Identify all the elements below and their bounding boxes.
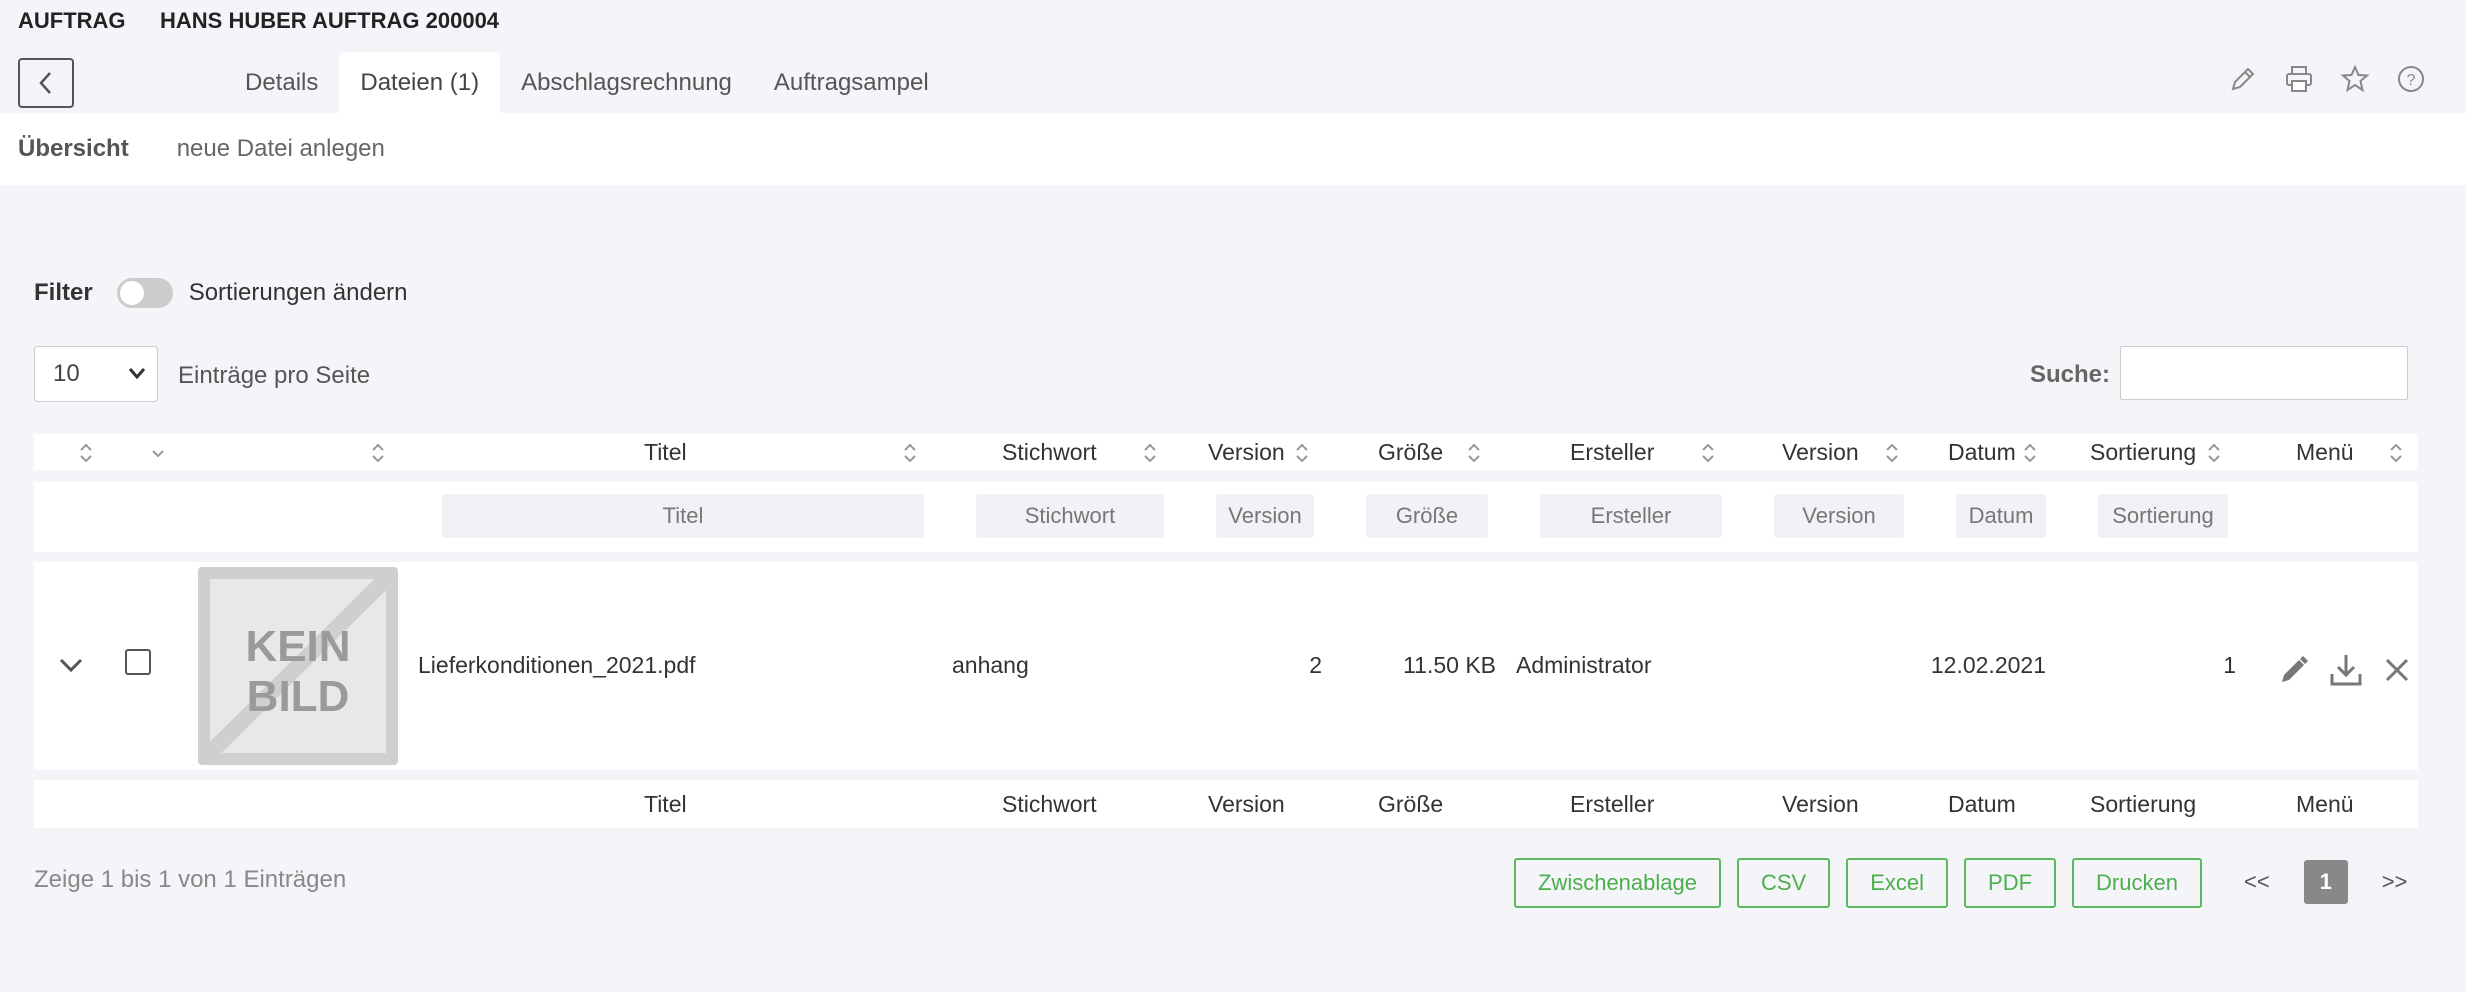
tab-dateien[interactable]: Dateien (1): [339, 52, 501, 113]
cell-ersteller: Administrator: [1516, 652, 1652, 678]
clipboard-button[interactable]: Zwischenablage: [1514, 858, 1721, 908]
filter-titel-input[interactable]: [442, 494, 924, 538]
filter-version-input[interactable]: [1216, 494, 1314, 538]
filter-sortierung-input[interactable]: [2098, 494, 2228, 538]
footer-sortierung: Sortierung: [2090, 790, 2197, 817]
table-footer: Titel Stichwort Version Größe Ersteller …: [34, 780, 2418, 828]
column-header-titel[interactable]: Titel: [644, 434, 687, 470]
filter-version-2-input[interactable]: [1774, 494, 1904, 538]
excel-button[interactable]: Excel: [1846, 858, 1949, 908]
cell-titel: Lieferkonditionen_2021.pdf: [418, 652, 696, 678]
table-row[interactable]: KEIN BILD Lieferkonditionen_2021.pdf anh…: [34, 562, 2418, 770]
cell-groesse: 11.50 KB: [1403, 652, 1496, 678]
column-header-version[interactable]: Version: [1208, 434, 1285, 470]
thumbnail-text-line2: BILD: [246, 672, 350, 721]
top-bar: AUFTRAG HANS HUBER AUFTRAG 200004 Detail…: [0, 0, 2466, 113]
column-header-stichwort[interactable]: Stichwort: [1002, 434, 1097, 470]
sort-icon[interactable]: [1884, 441, 1900, 465]
thumbnail-placeholder: KEIN BILD: [198, 567, 398, 765]
print-button[interactable]: Drucken: [2072, 858, 2202, 908]
cell-sortierung: 1: [2223, 652, 2236, 678]
star-icon[interactable]: [2340, 64, 2370, 94]
chevron-down-icon[interactable]: [150, 444, 166, 464]
subnav-neue-datei[interactable]: neue Datei anlegen: [177, 135, 385, 163]
filter-stichwort-input[interactable]: [976, 494, 1164, 538]
filter-row: Filter Sortierungen ändern: [34, 278, 408, 308]
footer-menue: Menü: [2296, 790, 2354, 817]
footer-titel: Titel: [644, 790, 687, 817]
column-header-datum[interactable]: Datum: [1948, 434, 2016, 470]
chevron-down-icon[interactable]: [56, 650, 86, 685]
back-button[interactable]: [18, 58, 74, 108]
chevron-left-icon: [39, 72, 51, 94]
sub-navigation: Übersicht neue Datei anlegen: [0, 113, 2466, 185]
sort-icon[interactable]: [2388, 441, 2404, 465]
sort-icon[interactable]: [370, 441, 386, 465]
filter-label: Filter: [34, 279, 93, 306]
cell-stichwort: anhang: [952, 652, 1029, 678]
subnav-uebersicht[interactable]: Übersicht: [18, 135, 129, 163]
column-header-menue[interactable]: Menü: [2296, 434, 2354, 470]
footer-groesse: Größe: [1378, 790, 1444, 817]
table-filter-row: [34, 482, 2418, 552]
chevron-down-icon: [128, 368, 146, 380]
row-checkbox[interactable]: [125, 649, 151, 675]
filter-ersteller-input[interactable]: [1540, 494, 1722, 538]
sort-icon[interactable]: [1142, 441, 1158, 465]
export-buttons: Zwischenablage CSV Excel PDF Drucken: [1514, 858, 2202, 908]
cell-datum: 12.02.2021: [1930, 652, 2046, 678]
edit-icon[interactable]: [2278, 654, 2310, 686]
filter-datum-input[interactable]: [1956, 494, 2046, 538]
pagination: << 1 >>: [2234, 860, 2417, 904]
footer-stichwort: Stichwort: [1002, 790, 1097, 817]
pdf-button[interactable]: PDF: [1964, 858, 2057, 908]
csv-button[interactable]: CSV: [1736, 858, 1831, 908]
sort-icon[interactable]: [2022, 441, 2038, 465]
footer-version-2: Version: [1782, 790, 1859, 817]
column-header-version-2[interactable]: Version: [1782, 434, 1859, 470]
column-header-groesse[interactable]: Größe: [1378, 434, 1443, 470]
entries-per-page-value: 10: [53, 360, 80, 387]
pager-prev[interactable]: <<: [2234, 869, 2280, 895]
footer-datum: Datum: [1948, 790, 2016, 817]
table-header: Titel Stichwort Version Größe Ersteller …: [34, 434, 2418, 470]
tab-bar: Details Dateien (1) Abschlagsrechnung Au…: [224, 52, 950, 113]
sort-icon[interactable]: [1294, 441, 1310, 465]
column-header-sortierung[interactable]: Sortierung: [2090, 434, 2196, 470]
table-info: Zeige 1 bis 1 von 1 Einträgen: [34, 866, 347, 893]
tab-auftragsampel[interactable]: Auftragsampel: [753, 52, 950, 113]
tab-details[interactable]: Details: [224, 52, 339, 113]
download-icon[interactable]: [2328, 652, 2364, 688]
help-icon[interactable]: ?: [2396, 64, 2426, 94]
entries-per-page-select[interactable]: 10: [34, 346, 158, 402]
pencil-icon[interactable]: [2228, 64, 2258, 94]
footer-version: Version: [1208, 790, 1285, 817]
search-label: Suche:: [2029, 361, 2110, 388]
print-icon[interactable]: [2284, 64, 2314, 94]
sort-icon[interactable]: [2206, 441, 2222, 465]
search-input[interactable]: [2120, 346, 2408, 400]
sort-icon[interactable]: [1466, 441, 1482, 465]
page-title: HANS HUBER AUFTRAG 200004: [160, 8, 500, 33]
sort-icon[interactable]: [902, 441, 918, 465]
sort-toggle-label: Sortierungen ändern: [188, 279, 408, 306]
cell-version: 2: [1309, 652, 1322, 678]
sort-icon[interactable]: [78, 441, 94, 465]
pager-current-page[interactable]: 1: [2303, 860, 2348, 904]
delete-icon[interactable]: [2382, 655, 2412, 685]
toolbar: ?: [2228, 64, 2426, 94]
pager-next[interactable]: >>: [2372, 869, 2418, 895]
entries-per-page-label: Einträge pro Seite: [178, 362, 371, 389]
filter-groesse-input[interactable]: [1366, 494, 1488, 538]
row-actions: [2278, 652, 2412, 688]
footer-ersteller: Ersteller: [1570, 790, 1655, 817]
svg-text:?: ?: [2407, 72, 2416, 89]
column-header-ersteller[interactable]: Ersteller: [1570, 434, 1654, 470]
sort-toggle[interactable]: [116, 278, 173, 308]
sort-icon[interactable]: [1700, 441, 1716, 465]
tab-abschlagsrechnung[interactable]: Abschlagsrechnung: [500, 52, 753, 113]
toggle-knob: [119, 281, 144, 305]
page-label: AUFTRAG: [18, 8, 126, 33]
thumbnail-text-line1: KEIN: [245, 622, 351, 671]
